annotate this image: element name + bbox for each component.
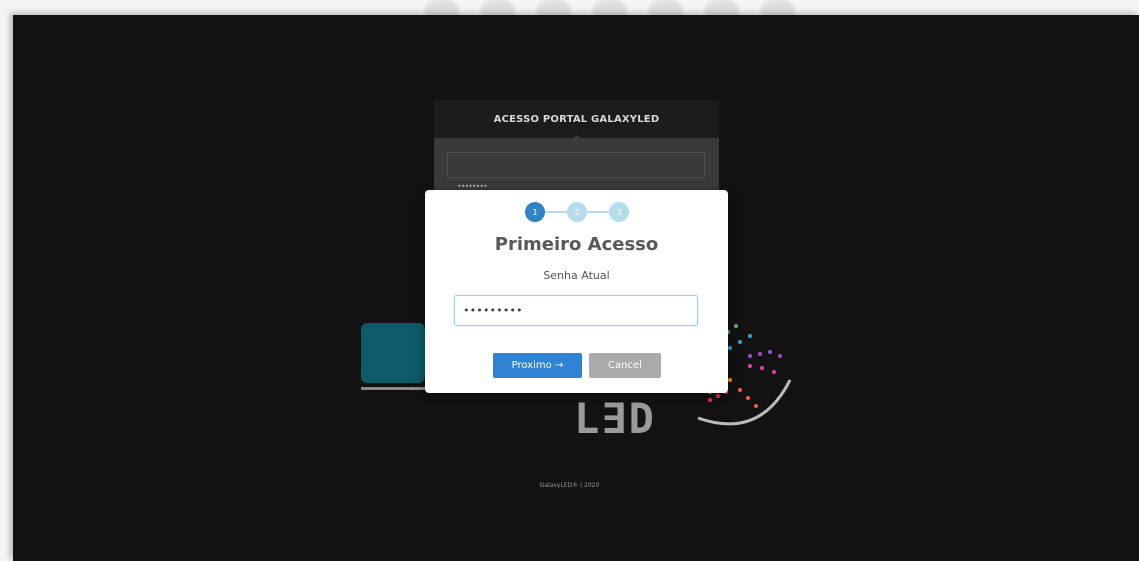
cancel-button[interactable]: Cancel: [589, 353, 661, 378]
step-2-indicator: 2: [567, 202, 587, 222]
login-card-header: ACESSO PORTAL GALAXYLED: [434, 100, 719, 138]
step-3-indicator: 3: [609, 202, 629, 222]
galaxyled-logo-g: [361, 323, 425, 390]
step-progress: 1 2 3: [525, 202, 629, 222]
step-1-indicator: 1: [525, 202, 545, 222]
footer-copyright: GalaxyLED® | 2020: [539, 482, 600, 489]
login-card: ACESSO PORTAL GALAXYLED ••••••••: [434, 100, 719, 200]
current-password-label: Senha Atual: [543, 269, 610, 282]
first-access-modal: 1 2 3 Primeiro Acesso Senha Atual Proxim…: [425, 190, 728, 393]
next-button[interactable]: Proximo →: [493, 353, 582, 378]
step-connector: [587, 211, 609, 213]
current-password-input[interactable]: [454, 295, 698, 326]
galaxyled-logo-led-text: L∃D: [574, 394, 656, 443]
login-username-field: [447, 152, 705, 178]
modal-title: Primeiro Acesso: [494, 234, 659, 255]
step-connector: [545, 211, 567, 213]
